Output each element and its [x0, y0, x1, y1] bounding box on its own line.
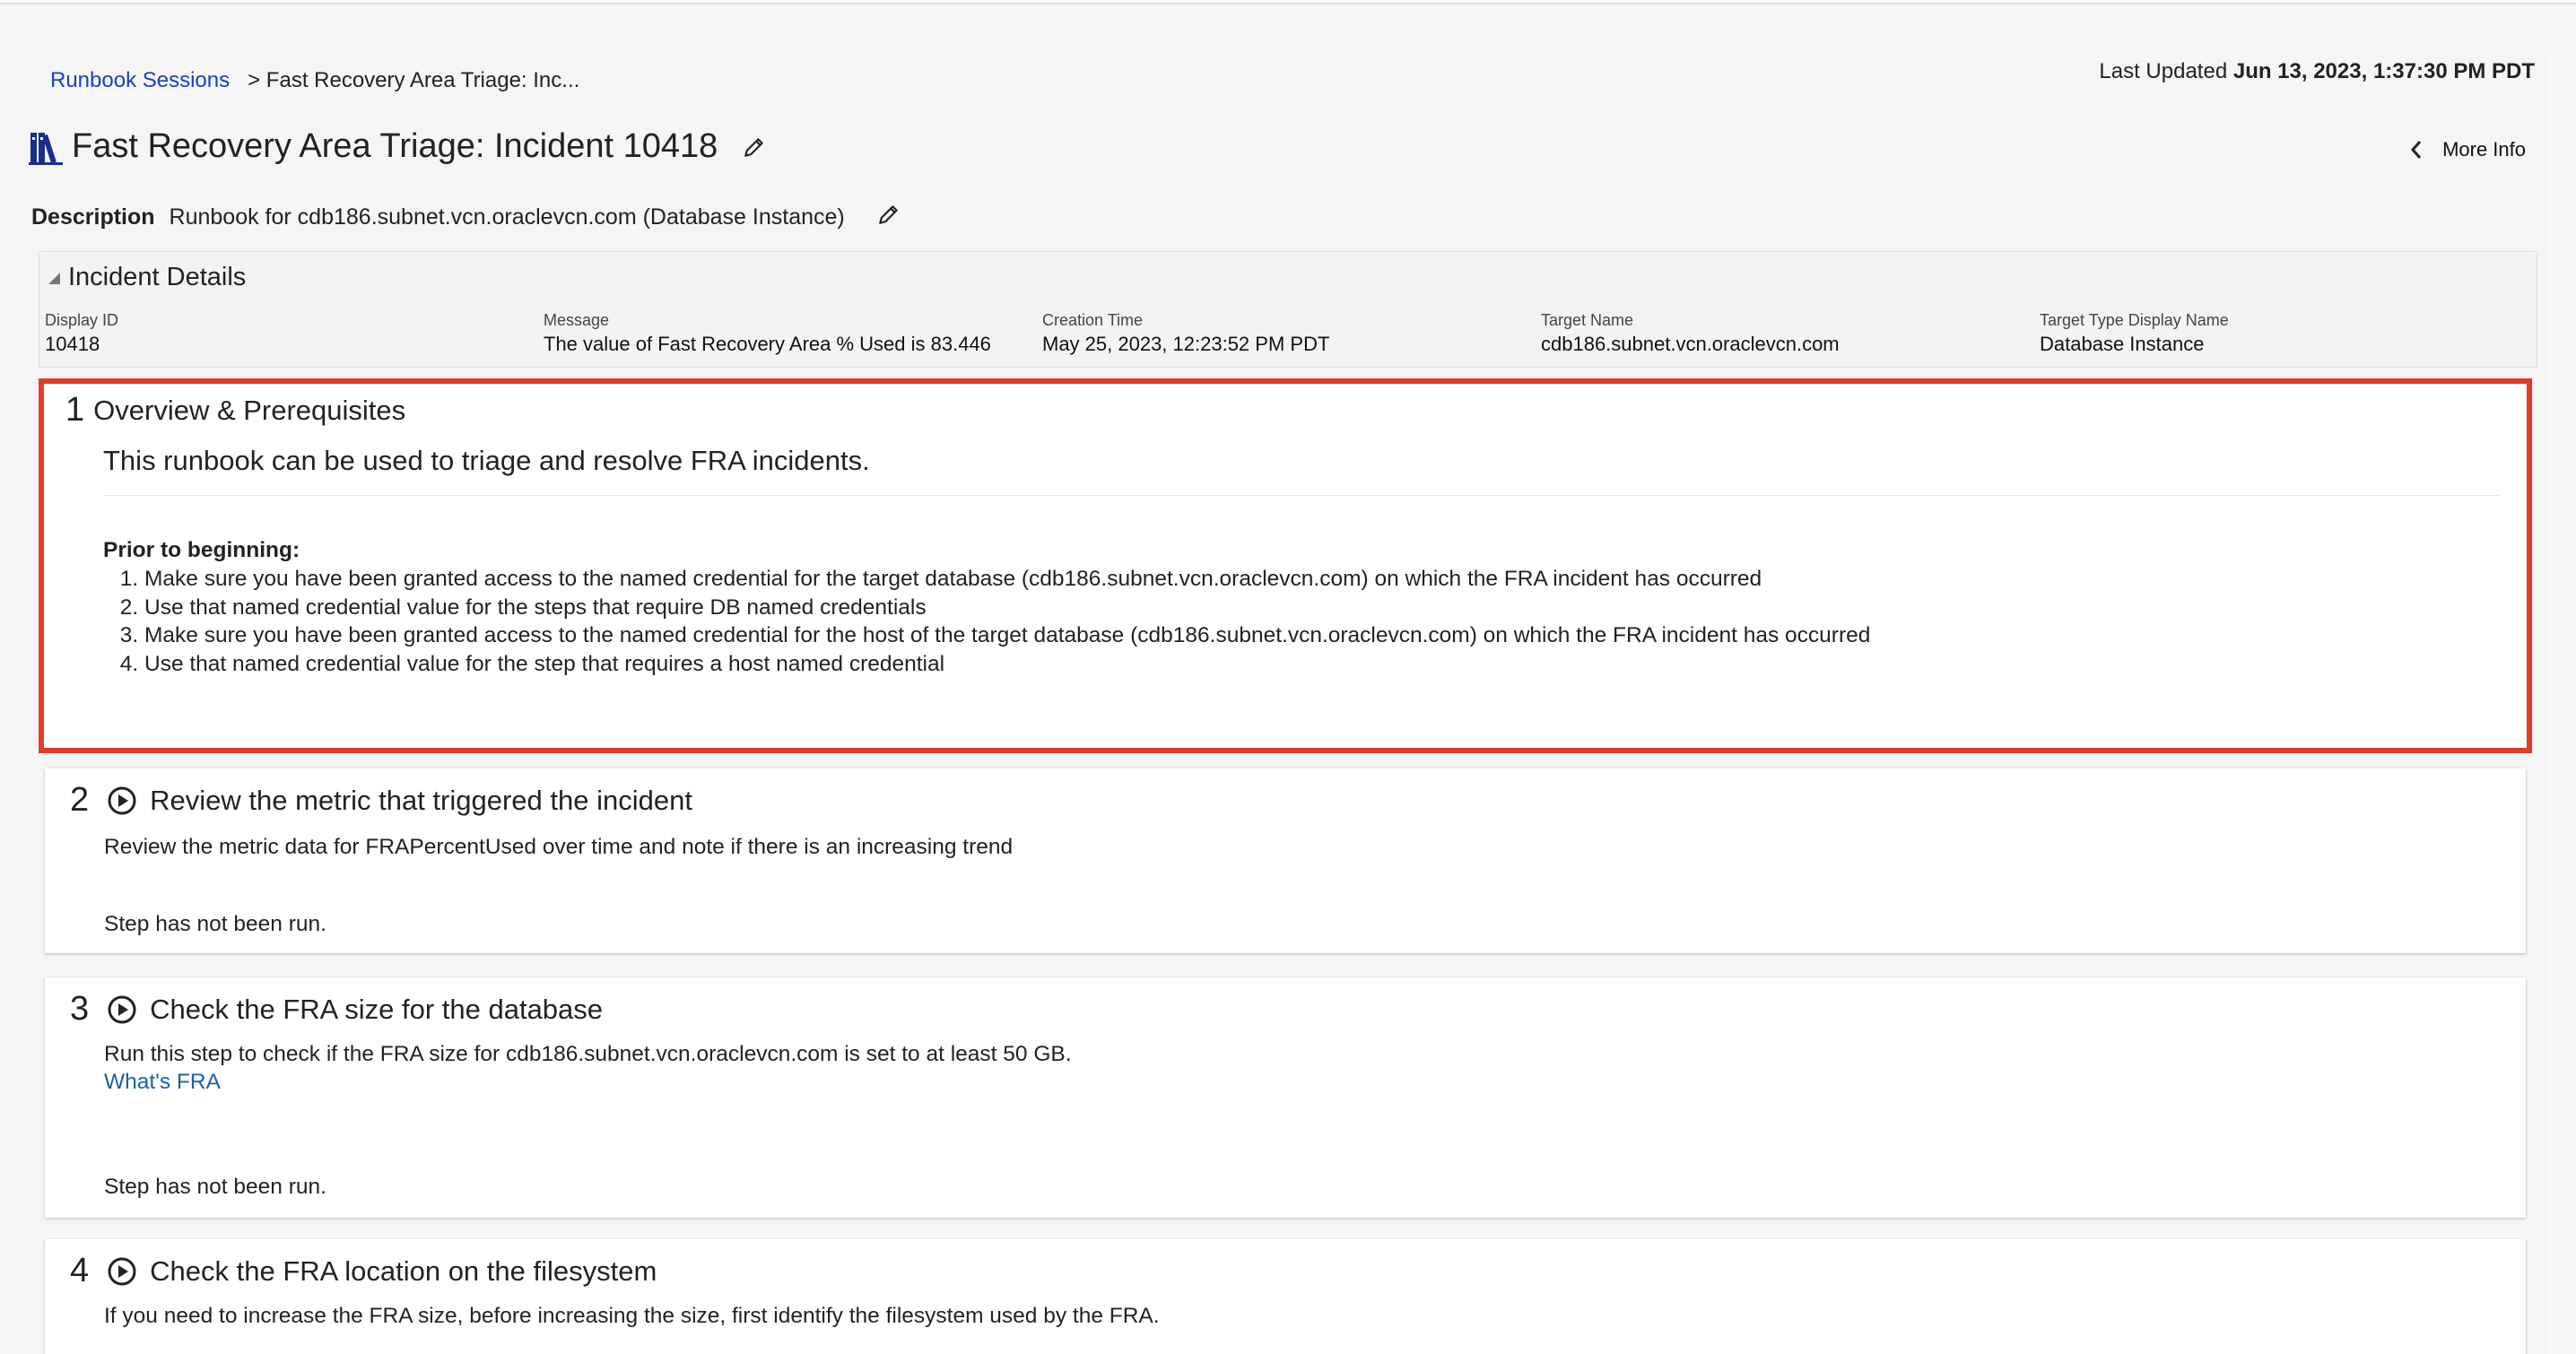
step-3-description: Run this step to check if the FRA size f… — [104, 1042, 1072, 1066]
field-label: Display ID — [45, 311, 119, 329]
page-title: Fast Recovery Area Triage: Incident 1041… — [72, 127, 718, 165]
field-label: Message — [544, 311, 610, 329]
step-1-divider — [103, 495, 2500, 496]
field-value: The value of Fast Recovery Area % Used i… — [544, 333, 991, 355]
field-value: 10418 — [45, 333, 100, 355]
runbook-session-page: Runbook Sessions > Fast Recovery Area Tr… — [22, 54, 2547, 1354]
incident-details-heading: Incident Details — [68, 263, 247, 291]
incident-fields: Display ID 10418 Message The value of Fa… — [45, 311, 2538, 356]
step-3-card[interactable]: 3 Check the FRA size for the database Ru… — [45, 977, 2526, 1218]
title-row: Fast Recovery Area Triage: Incident 1041… — [29, 127, 766, 166]
step-title: Check the FRA location on the filesystem — [150, 1254, 657, 1287]
step-2-description: Review the metric data for FRAPercentUse… — [104, 835, 1014, 859]
step-2-status: Step has not been run. — [104, 912, 326, 936]
step-title: Review the metric that triggered the inc… — [150, 784, 692, 816]
description-label: Description — [31, 204, 155, 230]
whats-fra-link[interactable]: What's FRA — [104, 1070, 221, 1095]
field-value: Database Instance — [2040, 333, 2205, 355]
more-info-button[interactable]: More Info — [2410, 138, 2526, 161]
step-number: 3 — [70, 990, 90, 1028]
step-title: Overview & Prerequisites — [93, 394, 406, 426]
description-value: Runbook for cdb186.subnet.vcn.oraclevcn.… — [169, 204, 845, 230]
field-label: Target Name — [1541, 311, 1634, 329]
breadcrumb-runbook-sessions-link[interactable]: Runbook Sessions — [50, 68, 230, 93]
incident-details-panel: Incident Details Display ID 10418 Messag… — [39, 251, 2537, 368]
field-display-id: Display ID 10418 — [45, 311, 544, 356]
description-row: Description Runbook for cdb186.subnet.vc… — [31, 204, 901, 230]
step-3-status: Step has not been run. — [104, 1175, 326, 1199]
field-value: cdb186.subnet.vcn.oraclevcn.com — [1541, 333, 1840, 355]
step-4-header: 4 Check the FRA location on the filesyst… — [70, 1252, 657, 1290]
chevron-left-icon — [2411, 141, 2422, 159]
field-target-type: Target Type Display Name Database Instan… — [2040, 311, 2538, 356]
step-number: 4 — [70, 1252, 90, 1289]
step-1-lead: This runbook can be used to triage and r… — [103, 445, 870, 476]
step-4-description: If you need to increase the FRA size, be… — [104, 1304, 1160, 1328]
top-border — [0, 0, 2576, 4]
prerequisites-list: Make sure you have been granted access t… — [144, 565, 1870, 678]
step-2-header: 2 Review the metric that triggered the i… — [70, 781, 692, 820]
breadcrumb-current: > Fast Recovery Area Triage: Inc... — [248, 68, 580, 92]
step-number: 2 — [70, 781, 90, 819]
field-creation-time: Creation Time May 25, 2023, 12:23:52 PM … — [1042, 311, 1541, 356]
step-title: Check the FRA size for the database — [150, 993, 604, 1025]
step-4-card[interactable]: 4 Check the FRA location on the filesyst… — [45, 1239, 2526, 1354]
breadcrumb: Runbook Sessions > Fast Recovery Area Tr… — [50, 68, 579, 93]
prerequisites: Prior to beginning: Make sure you have b… — [103, 538, 1870, 678]
list-item: Make sure you have been granted access t… — [144, 621, 1870, 650]
step-1-header: 1 Overview & Prerequisites — [65, 391, 405, 430]
book-stack-icon — [29, 132, 63, 165]
field-message: Message The value of Fast Recovery Area … — [544, 311, 1042, 356]
list-item: Make sure you have been granted access t… — [144, 565, 1870, 594]
incident-details-toggle[interactable]: Incident Details — [47, 263, 246, 292]
field-label: Creation Time — [1042, 311, 1144, 329]
list-item: Use that named credential value for the … — [144, 594, 1870, 622]
more-info-label: More Info — [2442, 138, 2526, 161]
step-3-header: 3 Check the FRA size for the database — [70, 990, 603, 1029]
last-updated-value: Jun 13, 2023, 1:37:30 PM PDT — [2232, 59, 2535, 83]
field-label: Target Type Display Name — [2040, 311, 2229, 329]
list-item: Use that named credential value for the … — [144, 650, 1870, 679]
edit-description-pencil-icon[interactable] — [877, 203, 901, 226]
collapse-triangle-icon — [48, 272, 60, 284]
step-2-card[interactable]: 2 Review the metric that triggered the i… — [45, 768, 2526, 953]
field-value: May 25, 2023, 12:23:52 PM PDT — [1042, 333, 1330, 355]
field-target-name: Target Name cdb186.subnet.vcn.oraclevcn.… — [1541, 311, 2040, 356]
last-updated-label: Last Updated — [2099, 59, 2228, 83]
run-play-icon[interactable] — [107, 994, 137, 1025]
step-number: 1 — [65, 391, 85, 429]
run-play-icon[interactable] — [107, 785, 137, 816]
step-1-card[interactable]: 1 Overview & Prerequisites This runbook … — [39, 378, 2532, 753]
prior-label: Prior to beginning: — [103, 538, 300, 562]
run-play-icon[interactable] — [107, 1256, 137, 1287]
edit-title-pencil-icon[interactable] — [743, 135, 766, 159]
last-updated: Last Updated Jun 13, 2023, 1:37:30 PM PD… — [2099, 59, 2535, 84]
